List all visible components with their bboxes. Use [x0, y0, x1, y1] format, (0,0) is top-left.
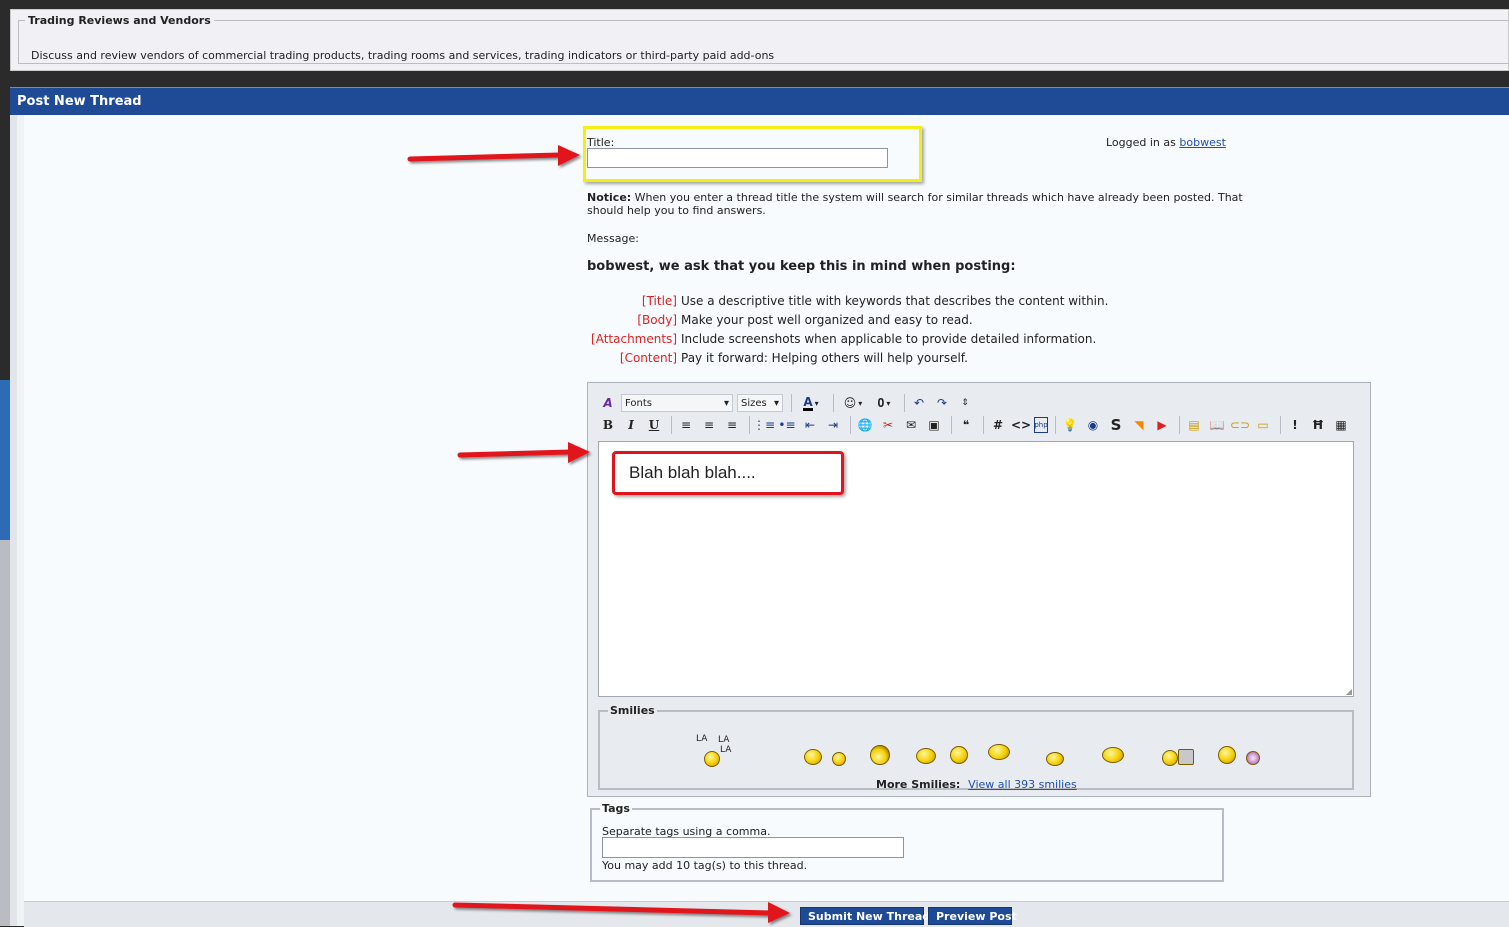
annotation-arrows — [407, 145, 790, 923]
arrow-to-message-icon — [457, 442, 590, 463]
arrow-to-submit-icon — [452, 902, 790, 923]
arrow-to-title-icon — [407, 145, 580, 166]
